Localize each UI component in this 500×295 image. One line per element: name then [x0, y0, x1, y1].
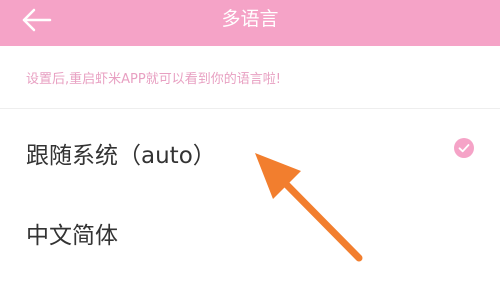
- divider: [0, 108, 500, 109]
- hint-area: 设置后,重启虾米APP就可以看到你的语言啦!: [0, 46, 500, 108]
- option-label-zh-simplified: 中文简体: [26, 223, 118, 249]
- language-option-zh-simplified[interactable]: 中文简体: [0, 190, 500, 270]
- title-bar: 多语言: [0, 0, 500, 46]
- option-label-auto: 跟随系统（auto）: [26, 143, 216, 169]
- check-icon: [454, 138, 474, 158]
- language-option-auto[interactable]: 跟随系统（auto）: [0, 110, 500, 190]
- page-title: 多语言: [221, 8, 279, 30]
- hint-text: 设置后,重启虾米APP就可以看到你的语言啦!: [26, 72, 281, 87]
